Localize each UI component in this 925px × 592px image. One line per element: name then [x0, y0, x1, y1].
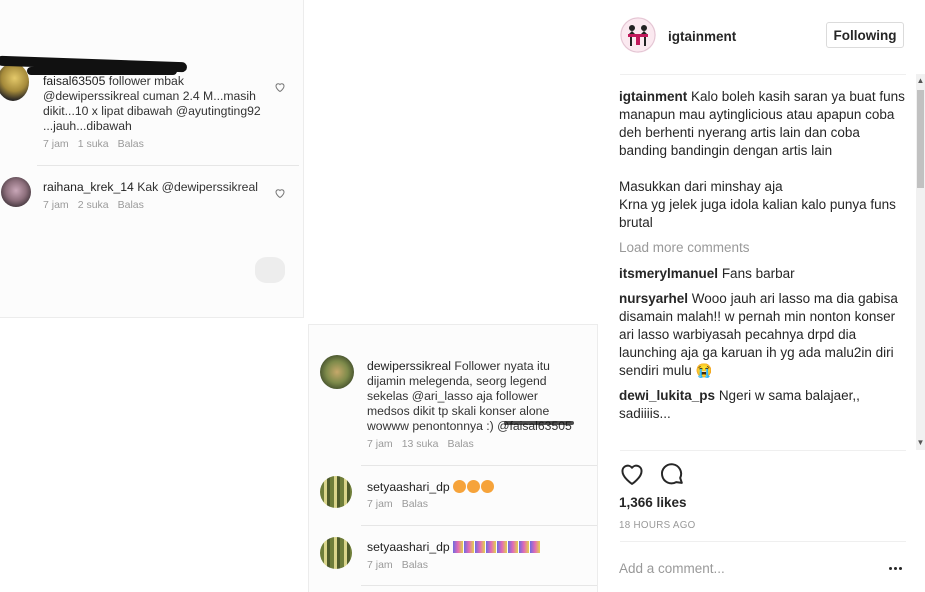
screenshot-username: faisal63505 [43, 74, 106, 88]
comment-item: itsmerylmanuel Fans barbar [619, 265, 905, 283]
comment-bubble-icon [661, 463, 683, 485]
following-button[interactable]: Following [826, 22, 904, 48]
comment-screenshot-2: dewiperssikreal Follower nyata itu dijam… [308, 324, 598, 592]
caption: igtainment Kalo boleh kasih saran ya bua… [619, 88, 905, 232]
scroll-down-arrow-icon[interactable]: ▼ [916, 438, 925, 448]
comments-scrollbar[interactable]: ▲ ▼ [916, 74, 925, 450]
comment-button[interactable] [658, 460, 686, 488]
screenshot-username: raihana_krek_14 [43, 180, 134, 194]
divider [620, 74, 906, 75]
redaction-scribble [27, 67, 177, 75]
heart-icon [621, 464, 643, 485]
screenshot-username: dewiperssikreal [367, 359, 451, 373]
like-button[interactable] [618, 460, 646, 488]
screenshot-comment-text: setyaashari_dp [367, 540, 597, 555]
post-header: igtainment Following [600, 0, 925, 74]
commenter-avatar [1, 177, 31, 207]
meta-likes: 1 suka [77, 138, 109, 150]
meta-reply: Balas [401, 498, 428, 510]
igtainment-logo-icon [620, 17, 656, 53]
commenter-avatar [320, 476, 352, 508]
commenter-avatar [320, 355, 354, 389]
screenshot-username: setyaashari_dp [367, 540, 450, 554]
screenshot-comment-text: faisal63505 follower mbak @dewiperssikre… [43, 74, 273, 134]
screenshot-username: setyaashari_dp [367, 480, 450, 494]
meta-time: 7 jam [43, 138, 69, 150]
comment-text: Fans barbar [721, 266, 795, 281]
emoji-group [453, 480, 495, 495]
scrollbar-thumb[interactable] [917, 90, 924, 188]
post-image[interactable]: faisal63505 follower mbak @dewiperssikre… [0, 0, 600, 592]
divider [620, 450, 906, 451]
meta-reply: Balas [117, 199, 144, 211]
screenshot-comment-text: setyaashari_dp [367, 480, 587, 495]
emoji-group [453, 540, 541, 555]
meta-time: 7 jam [367, 498, 393, 510]
comment-item: nursyarhel Wooo jauh ari lasso ma dia ga… [619, 290, 905, 380]
screenshot-comment-meta: 7 jam 13 suka Balas [367, 438, 483, 450]
meta-time: 7 jam [43, 199, 69, 211]
post-timestamp[interactable]: 18 HOURS AGO [619, 520, 696, 531]
comment-screenshot-1: faisal63505 follower mbak @dewiperssikre… [0, 0, 304, 318]
meta-likes: 13 suka [401, 438, 439, 450]
redaction-scribble [504, 421, 574, 425]
watermark-mark [255, 257, 285, 283]
meta-reply: Balas [117, 138, 144, 150]
meta-reply: Balas [401, 559, 428, 571]
screenshot-comment-meta: 7 jam 1 suka Balas [43, 138, 153, 150]
divider [361, 525, 597, 526]
screenshot-comment-meta: 7 jam 2 suka Balas [43, 199, 153, 211]
more-options-button[interactable] [888, 560, 904, 576]
comment-username[interactable]: dewi_lukita_ps [619, 388, 715, 403]
add-comment-input[interactable] [619, 557, 859, 579]
scroll-up-arrow-icon[interactable]: ▲ [916, 76, 925, 86]
header-username[interactable]: igtainment [668, 29, 736, 44]
commenter-avatar [0, 63, 29, 101]
heart-small-icon [275, 189, 285, 199]
screenshot-comment-body: Kak @dewiperssikreal [137, 180, 258, 194]
load-more-comments-link[interactable]: Load more comments [619, 239, 905, 257]
comment-username[interactable]: itsmerylmanuel [619, 266, 718, 281]
caption-text: Kalo boleh kasih saran ya buat funs mana… [619, 89, 905, 230]
post-sidebar: igtainment Following igtainment Kalo bol… [600, 0, 925, 592]
divider [361, 585, 597, 586]
heart-small-icon [275, 83, 285, 93]
meta-time: 7 jam [367, 559, 393, 571]
meta-reply: Balas [447, 438, 474, 450]
profile-avatar[interactable] [620, 17, 656, 53]
divider [620, 541, 906, 542]
screenshot-comment-meta: 7 jam Balas [367, 498, 437, 510]
divider [361, 465, 597, 466]
caption-username[interactable]: igtainment [619, 89, 687, 104]
meta-likes: 2 suka [77, 199, 109, 211]
divider [37, 165, 299, 166]
screenshot-comment-meta: 7 jam Balas [367, 559, 437, 571]
screenshot-comment-text: raihana_krek_14 Kak @dewiperssikreal [43, 180, 273, 195]
comments-list[interactable]: igtainment Kalo boleh kasih saran ya bua… [619, 88, 905, 450]
comment-item: dewi_lukita_ps Ngeri w sama balajaer,, s… [619, 387, 905, 423]
comment-username[interactable]: nursyarhel [619, 291, 688, 306]
meta-time: 7 jam [367, 438, 393, 450]
commenter-avatar [320, 537, 352, 569]
likes-count[interactable]: 1,366 likes [619, 495, 687, 510]
